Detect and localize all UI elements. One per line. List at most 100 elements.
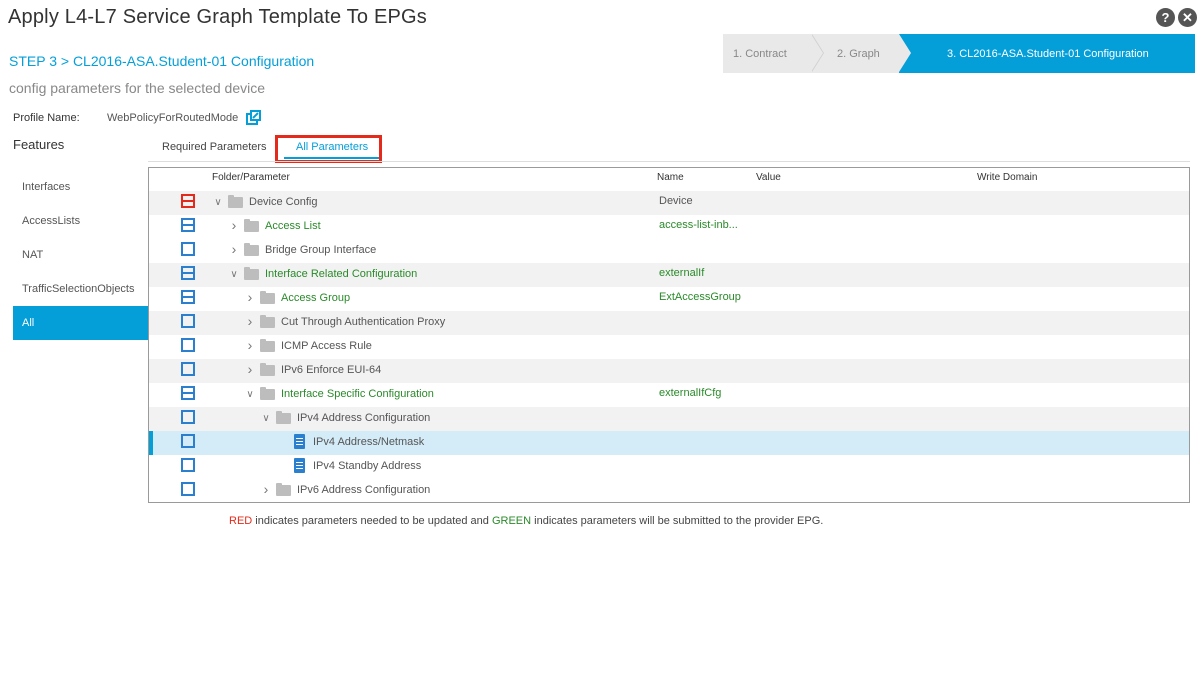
step-subtitle: config parameters for the selected devic… xyxy=(9,80,266,96)
sidebar-item-trafficselectionobjects[interactable]: TrafficSelectionObjects xyxy=(13,272,148,306)
sidebar-item-label: NAT xyxy=(22,249,44,261)
table-row[interactable]: › Cut Through Authentication Proxy xyxy=(149,311,1189,335)
chevron-right-icon[interactable]: › xyxy=(245,289,255,305)
table-row[interactable]: ∨ Interface Specific Configuration externa… xyxy=(149,383,1189,407)
folder-icon xyxy=(260,363,275,376)
wizard-step-label: 3. CL2016-ASA.Student-01 Configuration xyxy=(947,47,1149,60)
tab-required-parameters[interactable]: Required Parameters xyxy=(162,141,267,153)
chevron-right-icon[interactable]: › xyxy=(245,337,255,353)
profile-name-label: Profile Name: xyxy=(13,112,80,124)
row-checkbox[interactable] xyxy=(181,362,195,376)
parameter-label: IPv4 Address/Netmask xyxy=(313,436,425,448)
wizard-step-contract[interactable]: 1. Contract xyxy=(723,34,824,73)
wizard-step-configuration[interactable]: 3. CL2016-ASA.Student-01 Configuration xyxy=(899,34,1195,73)
folder-icon xyxy=(244,219,259,232)
parameter-label: Access List xyxy=(265,220,321,232)
column-header-write-domain[interactable]: Write Domain xyxy=(977,172,1037,183)
folder-icon xyxy=(260,339,275,352)
row-checkbox[interactable] xyxy=(181,458,195,472)
parameter-label: IPv6 Address Configuration xyxy=(297,484,431,496)
table-row[interactable]: ∨ Interface Related Configuration external… xyxy=(149,263,1189,287)
table-row[interactable]: › ICMP Access Rule xyxy=(149,335,1189,359)
sidebar-item-label: AccessLists xyxy=(22,215,81,227)
folder-icon xyxy=(260,387,275,400)
parameter-icon xyxy=(294,458,305,473)
table-row[interactable]: › IPv6 Address Configuration xyxy=(149,479,1189,502)
row-checkbox[interactable] xyxy=(181,242,195,256)
table-row[interactable]: ∨ IPv4 Address Configuration xyxy=(149,407,1189,431)
row-checkbox[interactable] xyxy=(181,218,195,232)
table-row[interactable]: › Access Group ExtAccessGroup xyxy=(149,287,1189,311)
row-checkbox[interactable] xyxy=(181,434,195,448)
chevron-down-icon[interactable]: ∨ xyxy=(213,197,223,208)
row-checkbox[interactable] xyxy=(181,194,195,208)
sidebar-item-label: TrafficSelectionObjects xyxy=(22,283,135,295)
row-checkbox[interactable] xyxy=(181,386,195,400)
parameter-name-value: access-list-inb... xyxy=(659,219,738,231)
table-row[interactable]: › Access List access-list-inb... xyxy=(149,215,1189,239)
parameter-name-value: externalIf xyxy=(659,267,705,279)
folder-icon xyxy=(260,291,275,304)
row-checkbox[interactable] xyxy=(181,314,195,328)
parameter-label: Cut Through Authentication Proxy xyxy=(281,316,446,328)
tab-highlight-box xyxy=(275,135,382,163)
row-checkbox[interactable] xyxy=(181,482,195,496)
dialog-title: Apply L4-L7 Service Graph Template To EP… xyxy=(8,6,427,28)
close-icon[interactable]: ✕ xyxy=(1178,8,1197,27)
chevron-right-icon[interactable]: › xyxy=(245,361,255,377)
color-legend: RED indicates parameters needed to be up… xyxy=(229,515,823,527)
parameter-label: Bridge Group Interface xyxy=(265,244,377,256)
parameter-label: Interface Related Configuration xyxy=(265,268,418,280)
table-row[interactable]: › IPv6 Enforce EUI-64 xyxy=(149,359,1189,383)
features-heading: Features xyxy=(13,137,65,152)
row-checkbox[interactable] xyxy=(181,410,195,424)
parameter-name-value: ExtAccessGroup xyxy=(659,291,741,303)
wizard-step-label: 1. Contract xyxy=(733,47,787,60)
row-checkbox[interactable] xyxy=(181,266,195,280)
row-checkbox[interactable] xyxy=(181,290,195,304)
column-header-name[interactable]: Name xyxy=(657,172,684,183)
open-link-icon[interactable] xyxy=(246,110,261,125)
parameters-grid: Folder/Parameter Name Value Write Domain… xyxy=(148,167,1190,503)
sidebar-item-all[interactable]: All xyxy=(13,306,148,340)
folder-icon xyxy=(260,315,275,328)
parameter-label: IPv4 Address Configuration xyxy=(297,412,431,424)
selected-row-marker xyxy=(149,431,153,455)
parameter-label: Device Config xyxy=(249,196,318,208)
chevron-right-icon[interactable]: › xyxy=(229,241,239,257)
parameter-name-value: Device xyxy=(659,195,693,207)
table-row[interactable]: IPv4 Standby Address xyxy=(149,455,1189,479)
parameter-name-value: externalIfCfg xyxy=(659,387,722,399)
sidebar-item-accesslists[interactable]: AccessLists xyxy=(13,204,148,238)
legend-end-text: indicates parameters will be submitted t… xyxy=(531,515,824,527)
legend-green-word: GREEN xyxy=(491,515,532,527)
wizard-steps: 1. Contract 2. Graph 3. CL2016-ASA.Stude… xyxy=(723,34,1195,73)
folder-icon xyxy=(276,411,291,424)
chevron-right-icon[interactable]: › xyxy=(229,217,239,233)
chevron-right-icon[interactable]: › xyxy=(245,313,255,329)
table-row[interactable]: IPv4 Address/Netmask xyxy=(149,431,1189,455)
sidebar-item-interfaces[interactable]: Interfaces xyxy=(13,170,148,204)
sidebar-item-label: All xyxy=(22,317,35,329)
parameter-label: ICMP Access Rule xyxy=(281,340,372,352)
column-header-folder[interactable]: Folder/Parameter xyxy=(212,172,290,183)
chevron-down-icon[interactable]: ∨ xyxy=(245,389,255,400)
chevron-down-icon[interactable]: ∨ xyxy=(229,269,239,280)
table-row[interactable]: ∨ Device Config Device xyxy=(149,191,1189,215)
row-checkbox[interactable] xyxy=(181,338,195,352)
table-row[interactable]: › Bridge Group Interface xyxy=(149,239,1189,263)
step-title: STEP 3 > CL2016-ASA.Student-01 Configura… xyxy=(9,53,315,69)
help-icon[interactable]: ? xyxy=(1156,8,1175,27)
wizard-step-label: 2. Graph xyxy=(837,47,880,60)
folder-icon xyxy=(228,195,243,208)
sidebar-item-nat[interactable]: NAT xyxy=(13,238,148,272)
chevron-right-icon[interactable]: › xyxy=(261,481,271,497)
chevron-down-icon[interactable]: ∨ xyxy=(261,413,271,424)
top-icons: ? ✕ xyxy=(1156,8,1197,27)
legend-middle-text: indicates parameters needed to be update… xyxy=(252,515,492,527)
profile-name-value: WebPolicyForRoutedMode xyxy=(107,112,239,124)
folder-icon xyxy=(244,243,259,256)
column-header-value[interactable]: Value xyxy=(756,172,781,183)
wizard-step-graph[interactable]: 2. Graph xyxy=(811,34,911,73)
parameter-icon xyxy=(294,434,305,449)
